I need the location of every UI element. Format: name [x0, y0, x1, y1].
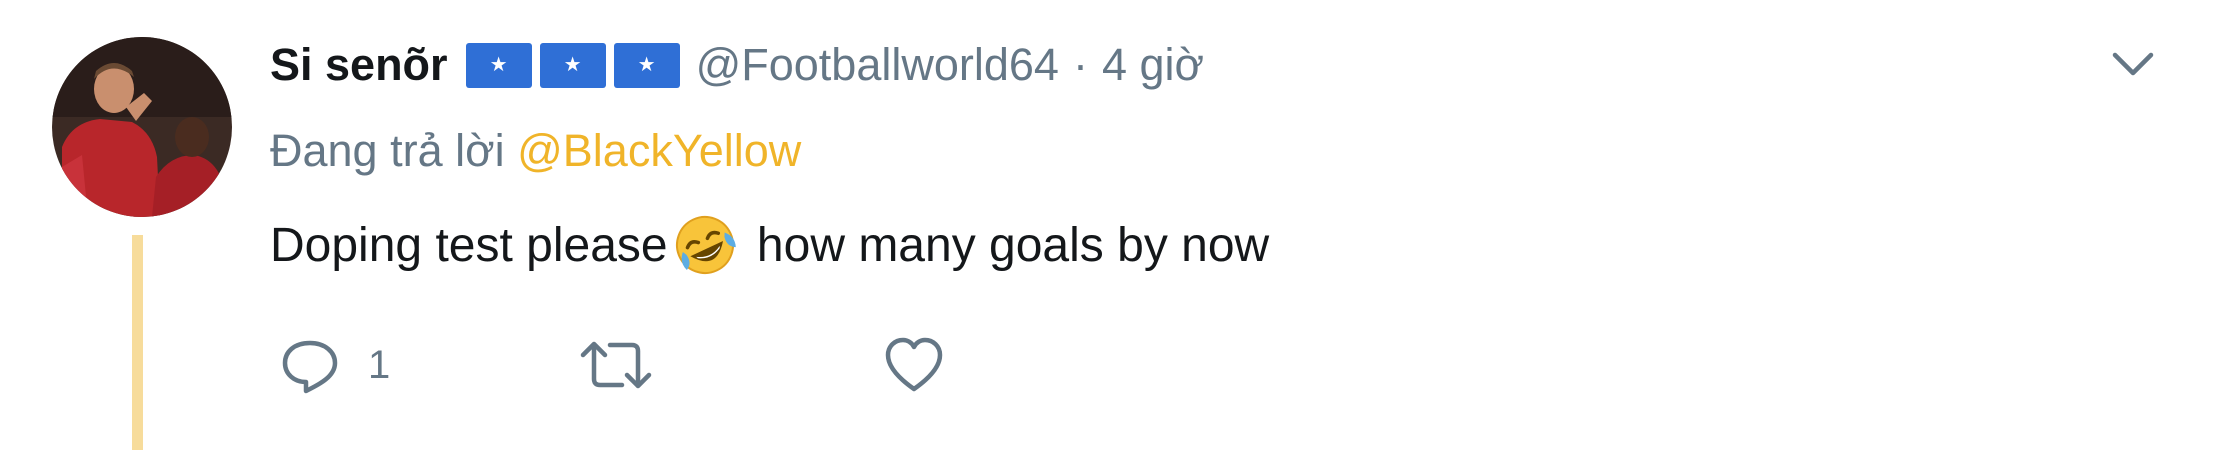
- heart-icon: [885, 337, 943, 392]
- reply-button[interactable]: 1: [278, 330, 390, 400]
- separator-dot: ·: [1072, 39, 1088, 90]
- chevron-down-icon: [2112, 52, 2154, 76]
- tweet-header: Si senõr ★ ★ ★ @Footballworld64 · 4 giờ: [270, 30, 1204, 100]
- badges: ★ ★ ★: [465, 42, 680, 88]
- star-icon: ★: [563, 54, 582, 76]
- star-icon: ★: [489, 54, 508, 76]
- retweet-icon: [580, 341, 652, 389]
- reply-count: 1: [368, 342, 391, 387]
- user-handle[interactable]: @Footballworld64: [696, 39, 1059, 91]
- more-options-button[interactable]: [2103, 40, 2163, 90]
- retweet-button[interactable]: [578, 330, 654, 400]
- tweet-text: Doping test please how many goals by now: [270, 210, 1269, 280]
- tweet-text-part: how many goals by now: [743, 218, 1270, 272]
- replying-to: Đang trả lời @BlackYellow: [270, 125, 801, 177]
- star-icon: ★: [637, 54, 656, 76]
- mention-link[interactable]: @BlackYellow: [517, 125, 801, 176]
- flag-badge: ★: [539, 42, 606, 88]
- tweet[interactable]: Si senõr ★ ★ ★ @Footballworld64 · 4 giờ …: [0, 0, 2224, 450]
- tweet-text-part: Doping test please: [270, 218, 668, 272]
- avatar[interactable]: [52, 37, 232, 217]
- avatar-image: [52, 37, 232, 217]
- rolling-on-floor-laughing-icon: [675, 216, 736, 274]
- display-name[interactable]: Si senõr: [270, 39, 448, 91]
- flag-badge: ★: [613, 42, 680, 88]
- speech-bubble-icon: [282, 340, 338, 394]
- timestamp[interactable]: 4 giờ: [1102, 39, 1204, 91]
- flag-badge: ★: [465, 42, 532, 88]
- replying-to-label: Đang trả lời: [270, 125, 518, 176]
- like-button[interactable]: [882, 330, 946, 400]
- thread-line: [132, 235, 143, 450]
